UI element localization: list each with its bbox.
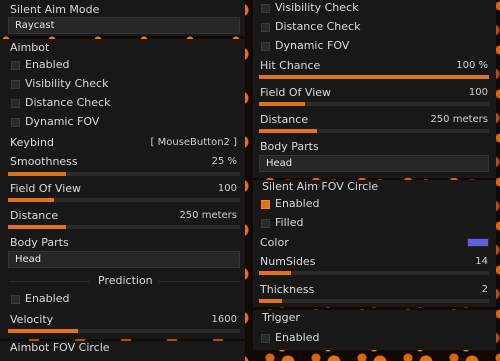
aimbot-distance-slider[interactable] xyxy=(8,225,240,229)
aimbot-distance-label: Distance xyxy=(10,209,59,222)
aimbot-dynamic-fov-label: Dynamic FOV xyxy=(25,115,100,128)
aimbot-fov-value: 100 xyxy=(217,183,237,194)
fov-circle-enabled-label: Enabled xyxy=(275,197,320,210)
thickness-slider-fill xyxy=(259,299,282,303)
silent-aim-distance-check-checkbox[interactable] xyxy=(261,23,270,32)
aimbot-fov-circle-panel: Aimbot FOV Circle xyxy=(0,341,245,361)
fov-circle-color-swatch[interactable] xyxy=(467,238,489,247)
numsides-value: 14 xyxy=(475,256,488,267)
aimbot-enabled-checkbox[interactable] xyxy=(11,61,20,70)
aimbot-distance-check-label: Distance Check xyxy=(25,96,111,109)
keybind-value[interactable]: [ MouseButton2 ] xyxy=(151,137,237,148)
silent-aim-body-parts-label: Body Parts xyxy=(260,140,319,153)
prediction-enabled-label: Enabled xyxy=(25,292,70,305)
silent-aim-visibility-check-label: Visibility Check xyxy=(275,1,359,14)
silent-aim-distance-value: 250 meters xyxy=(430,114,488,125)
aimbot-fov-circle-title: Aimbot FOV Circle xyxy=(10,341,110,354)
velocity-slider-fill xyxy=(8,329,78,333)
silent-aim-fov-value: 100 xyxy=(468,87,488,98)
trigger-enabled-label: Enabled xyxy=(275,331,320,344)
smoothness-label: Smoothness xyxy=(10,155,78,168)
smoothness-slider-fill xyxy=(8,172,66,176)
velocity-value: 1600 xyxy=(211,314,237,325)
silent-aim-panel: Visibility Check Distance Check Dynamic … xyxy=(253,0,496,178)
aimbot-dynamic-fov-checkbox[interactable] xyxy=(11,118,20,127)
trigger-title: Trigger xyxy=(262,311,300,324)
numsides-slider[interactable] xyxy=(259,271,489,275)
prediction-label: Prediction xyxy=(98,274,153,287)
silent-aim-dynamic-fov-label: Dynamic FOV xyxy=(275,39,350,52)
velocity-slider[interactable] xyxy=(8,329,240,333)
trigger-enabled-checkbox[interactable] xyxy=(261,334,270,343)
aimbot-body-parts-value: Head xyxy=(15,254,42,265)
aimbot-body-parts-label: Body Parts xyxy=(10,236,69,249)
thickness-value: 2 xyxy=(481,284,488,295)
aimbot-visibility-check-checkbox[interactable] xyxy=(11,80,20,89)
silent-aim-visibility-check-checkbox[interactable] xyxy=(261,4,270,13)
silent-aim-mode-title: Silent Aim Mode xyxy=(10,3,100,16)
aimbot-title: Aimbot xyxy=(10,41,50,54)
silent-aim-fov-circle-panel: Silent Aim FOV Circle Enabled Filled Col… xyxy=(253,180,496,307)
hit-chance-slider-fill xyxy=(259,75,489,79)
silent-aim-distance-slider[interactable] xyxy=(259,129,489,133)
aimbot-body-parts-dropdown[interactable]: Head xyxy=(8,251,240,268)
fov-circle-filled-checkbox[interactable] xyxy=(261,219,270,228)
fov-circle-filled-label: Filled xyxy=(275,216,304,229)
hit-chance-slider[interactable] xyxy=(259,75,489,79)
silent-aim-mode-dropdown[interactable]: Raycast xyxy=(8,17,240,34)
aimbot-fov-slider[interactable] xyxy=(8,198,240,202)
keybind-label: Keybind xyxy=(10,136,54,149)
prediction-divider-right xyxy=(158,281,240,282)
prediction-enabled-checkbox[interactable] xyxy=(11,295,20,304)
smoothness-slider[interactable] xyxy=(8,172,240,176)
aimbot-fov-slider-fill xyxy=(8,198,55,202)
silent-aim-distance-slider-fill xyxy=(259,129,317,133)
silent-aim-dynamic-fov-checkbox[interactable] xyxy=(261,42,270,51)
silent-aim-fov-slider[interactable] xyxy=(259,102,489,106)
silent-aim-fov-label: Field Of View xyxy=(260,86,332,99)
numsides-slider-fill xyxy=(259,271,292,275)
velocity-label: Velocity xyxy=(10,313,54,326)
thickness-slider[interactable] xyxy=(259,299,489,303)
silent-aim-mode-panel: Silent Aim Mode Raycast xyxy=(0,0,245,36)
hit-chance-value: 100 % xyxy=(456,60,488,71)
aimbot-visibility-check-label: Visibility Check xyxy=(25,77,109,90)
silent-aim-mode-value: Raycast xyxy=(15,20,55,31)
trigger-panel: Trigger Enabled xyxy=(253,310,496,350)
thickness-label: Thickness xyxy=(260,283,315,296)
silent-aim-fov-circle-title: Silent Aim FOV Circle xyxy=(262,180,379,193)
aimbot-fov-label: Field Of View xyxy=(10,182,82,195)
aimbot-panel: Aimbot Enabled Visibility Check Distance… xyxy=(0,39,245,339)
aimbot-enabled-label: Enabled xyxy=(25,58,70,71)
silent-aim-distance-label: Distance xyxy=(260,113,309,126)
silent-aim-body-parts-value: Head xyxy=(266,158,293,169)
fov-circle-color-label: Color xyxy=(260,236,289,249)
silent-aim-distance-check-label: Distance Check xyxy=(275,20,361,33)
hit-chance-label: Hit Chance xyxy=(260,59,321,72)
aimbot-distance-slider-fill xyxy=(8,225,66,229)
silent-aim-fov-slider-fill xyxy=(259,102,305,106)
smoothness-value: 25 % xyxy=(211,156,237,167)
aimbot-distance-value: 250 meters xyxy=(179,210,237,221)
fov-circle-enabled-checkbox[interactable] xyxy=(261,200,270,209)
aimbot-distance-check-checkbox[interactable] xyxy=(11,99,20,108)
silent-aim-body-parts-dropdown[interactable]: Head xyxy=(259,155,489,172)
numsides-label: NumSides xyxy=(260,255,316,268)
prediction-divider-left xyxy=(10,281,90,282)
